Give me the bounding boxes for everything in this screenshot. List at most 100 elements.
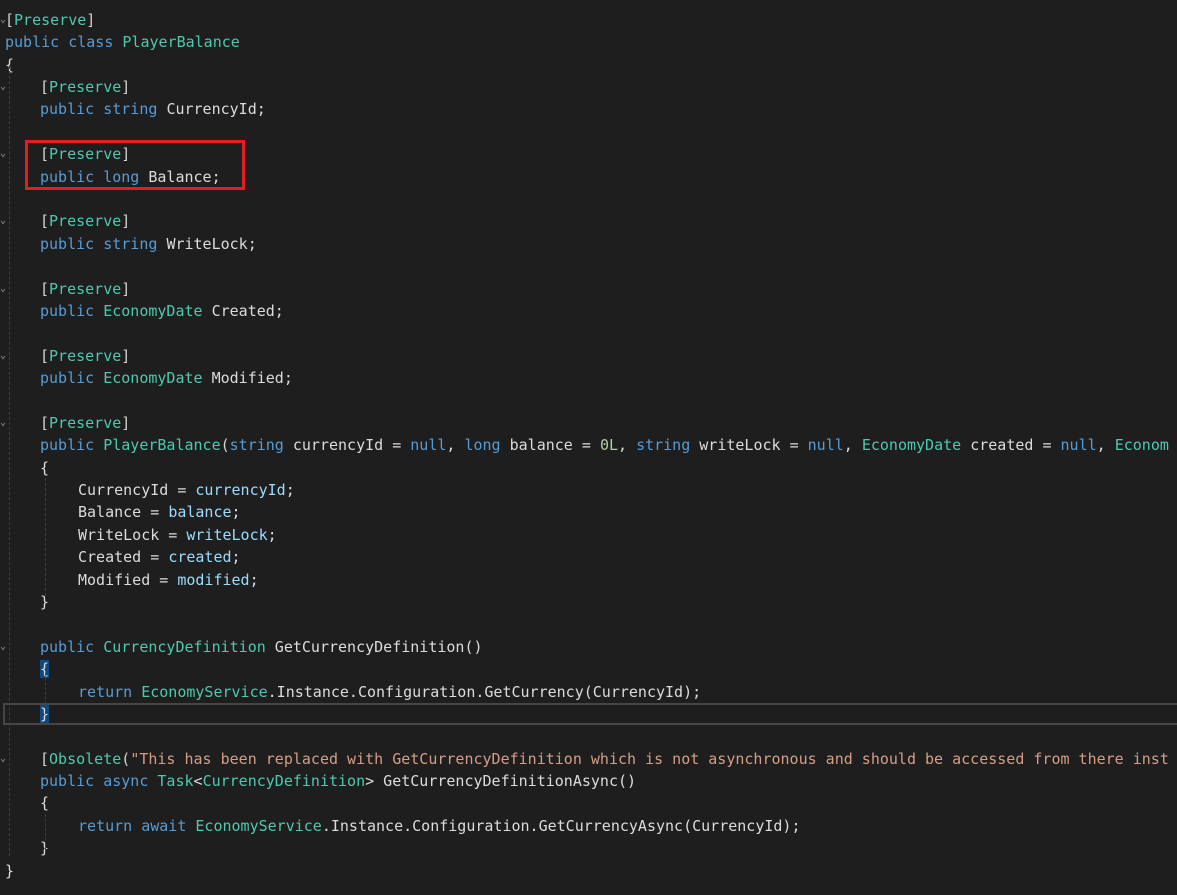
code-token: ; (249, 571, 259, 589)
code-token: ; (231, 503, 241, 521)
fold-toggle-icon[interactable]: ⌄ (0, 636, 6, 658)
code-line[interactable]: } (0, 591, 1177, 613)
code-text: [Obsolete("This has been replaced with G… (40, 748, 1169, 770)
code-token: , (618, 436, 637, 454)
code-token: CurrencyId = (78, 481, 196, 499)
code-token: GetCurrencyDefinition() (265, 638, 483, 656)
code-line[interactable]: return await EconomyService.Instance.Con… (0, 815, 1177, 837)
code-line[interactable]: ⌄ [Preserve] (0, 210, 1177, 232)
code-line[interactable] (0, 725, 1177, 747)
code-token: ] (121, 280, 131, 298)
code-text: } (5, 860, 14, 882)
code-line[interactable]: ⌄ [Preserve] (0, 76, 1177, 98)
code-editor[interactable]: ⌄ [Preserve] public class PlayerBalance{⌄[… (0, 0, 1177, 895)
code-token: { (40, 794, 50, 812)
code-token: ; (267, 526, 277, 544)
code-line[interactable]: CurrencyId = currencyId; (0, 479, 1177, 501)
code-token: PlayerBalance (122, 33, 240, 51)
fold-toggle-icon[interactable]: ⌄ (0, 210, 6, 232)
fold-toggle-icon[interactable]: ⌄ (0, 345, 6, 367)
code-token: ] (121, 78, 131, 96)
code-token: writeLock = (690, 436, 808, 454)
code-line[interactable]: return EconomyService.Instance.Configura… (0, 681, 1177, 703)
code-token: < (193, 772, 203, 790)
code-line[interactable]: public string CurrencyId; (0, 98, 1177, 120)
code-line[interactable]: { (0, 792, 1177, 814)
code-line[interactable]: ⌄ [Preserve] (0, 412, 1177, 434)
code-token: , (843, 436, 862, 454)
code-line[interactable]: public string WriteLock; (0, 233, 1177, 255)
current-line-indicator (3, 703, 1177, 725)
code-line[interactable]: { (0, 457, 1177, 479)
code-line[interactable]: Created = created; (0, 546, 1177, 568)
code-token: null (807, 436, 844, 454)
code-line[interactable] (0, 188, 1177, 210)
code-token: writeLock (186, 526, 268, 544)
code-token: null (410, 436, 447, 454)
code-token: public string (40, 235, 167, 253)
code-line[interactable] (0, 255, 1177, 277)
code-line[interactable]: ⌄ [Obsolete("This has been replaced with … (0, 748, 1177, 770)
code-line[interactable]: WriteLock = writeLock; (0, 524, 1177, 546)
fold-toggle-icon[interactable]: ⌄ (0, 143, 6, 165)
code-token: created (168, 548, 232, 566)
code-token: long (464, 436, 501, 454)
code-token: Preserve (49, 280, 122, 298)
code-token: , (446, 436, 465, 454)
code-token: public (40, 369, 104, 387)
code-token: Preserve (49, 78, 122, 96)
code-line[interactable]: Balance = balance; (0, 501, 1177, 523)
code-token: 0L (599, 436, 618, 454)
code-line[interactable]: ⌄ [Preserve] (0, 345, 1177, 367)
code-token: return (78, 683, 142, 701)
code-text: { (40, 792, 49, 814)
code-text: return EconomyService.Instance.Configura… (78, 681, 701, 703)
code-token: ] (121, 347, 131, 365)
fold-toggle-icon[interactable]: ⌄ (0, 412, 6, 434)
code-line[interactable]: public async Task<CurrencyDefinition> Ge… (0, 770, 1177, 792)
code-line[interactable]: public class PlayerBalance (0, 31, 1177, 53)
code-token: [ (5, 11, 15, 29)
code-text: public EconomyDate Created; (40, 300, 284, 322)
code-line[interactable]: ⌄ [Preserve] (0, 278, 1177, 300)
code-token: Task (157, 772, 194, 790)
code-token: > GetCurrencyDefinitionAsync() (365, 772, 637, 790)
code-text: [Preserve] (5, 9, 95, 31)
code-line[interactable]: } (0, 860, 1177, 882)
code-line[interactable]: public PlayerBalance(string currencyId =… (0, 434, 1177, 456)
code-token: currencyId = (283, 436, 411, 454)
code-line[interactable]: } (0, 837, 1177, 859)
code-line[interactable]: ⌄ [Preserve] (0, 9, 1177, 31)
code-text: [Preserve] (40, 412, 130, 434)
code-line[interactable]: public EconomyDate Created; (0, 300, 1177, 322)
code-line[interactable] (0, 390, 1177, 412)
code-line[interactable]: ⌄ public CurrencyDefinition GetCurrencyDe… (0, 636, 1177, 658)
code-line[interactable] (0, 322, 1177, 344)
code-token: public async (40, 772, 158, 790)
code-token: EconomyDate (861, 436, 962, 454)
code-token: CurrencyId; (166, 100, 266, 118)
code-text: public EconomyDate Modified; (40, 367, 293, 389)
code-text: [Preserve] (40, 210, 130, 232)
highlight-box (25, 140, 245, 190)
code-token: [ (40, 78, 50, 96)
fold-toggle-icon[interactable]: ⌄ (0, 278, 6, 300)
code-token: Modified; (202, 369, 293, 387)
indent-guide (9, 66, 10, 856)
code-text: { (40, 457, 49, 479)
code-line[interactable] (0, 613, 1177, 635)
code-text: Created = created; (78, 546, 241, 568)
code-line[interactable]: Modified = modified; (0, 569, 1177, 591)
fold-toggle-icon[interactable]: ⌄ (0, 76, 6, 98)
code-line[interactable]: { (0, 658, 1177, 680)
code-line[interactable]: public EconomyDate Modified; (0, 367, 1177, 389)
code-token: string (229, 436, 284, 454)
code-token: Preserve (14, 11, 87, 29)
fold-toggle-icon[interactable]: ⌄ (0, 748, 6, 770)
code-token: Balance = (78, 503, 169, 521)
code-token: [ (40, 750, 50, 768)
code-token: Obsolete (49, 750, 122, 768)
code-token: Created; (202, 302, 284, 320)
code-line[interactable]: { (0, 54, 1177, 76)
code-token: CurrencyDefinition (103, 638, 266, 656)
